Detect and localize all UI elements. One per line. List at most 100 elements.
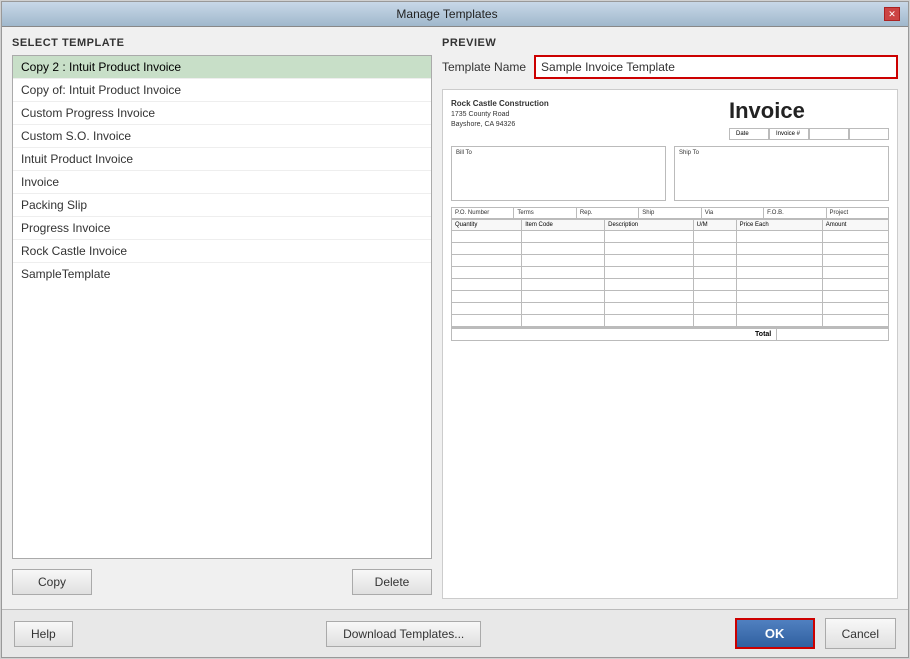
table-row bbox=[452, 291, 889, 303]
table-cell bbox=[736, 255, 822, 267]
table-cell bbox=[452, 255, 522, 267]
table-cell bbox=[693, 255, 736, 267]
bill-ship-row: Bill To Ship To bbox=[451, 146, 889, 201]
table-cell bbox=[822, 243, 888, 255]
table-cell bbox=[605, 267, 694, 279]
select-template-label: SELECT TEMPLATE bbox=[12, 37, 432, 49]
table-cell bbox=[693, 303, 736, 315]
template-name-input[interactable] bbox=[534, 55, 898, 79]
invoice-field-cell: Rep. bbox=[577, 208, 639, 218]
table-cell bbox=[822, 255, 888, 267]
invoice-table: QuantityItem CodeDescriptionU/MPrice Eac… bbox=[451, 219, 889, 327]
table-row bbox=[452, 315, 889, 327]
company-address: 1735 County Road bbox=[451, 111, 509, 118]
manage-templates-dialog: Manage Templates ✕ SELECT TEMPLATE Copy … bbox=[1, 1, 909, 658]
table-cell bbox=[605, 243, 694, 255]
template-list-item[interactable]: Invoice bbox=[13, 171, 431, 194]
help-button[interactable]: Help bbox=[14, 621, 73, 647]
table-row bbox=[452, 255, 889, 267]
table-cell bbox=[522, 279, 605, 291]
ship-to-box: Ship To bbox=[674, 146, 889, 201]
table-cell bbox=[822, 231, 888, 243]
table-cell bbox=[822, 279, 888, 291]
table-header-cell: U/M bbox=[693, 220, 736, 231]
cancel-button[interactable]: Cancel bbox=[825, 618, 896, 649]
table-cell bbox=[605, 231, 694, 243]
bottom-left: Help bbox=[14, 621, 73, 647]
template-list-item[interactable]: Copy of: Intuit Product Invoice bbox=[13, 79, 431, 102]
table-cell bbox=[822, 267, 888, 279]
table-cell bbox=[736, 243, 822, 255]
table-row bbox=[452, 243, 889, 255]
ok-button[interactable]: OK bbox=[735, 618, 815, 649]
template-list-item[interactable]: Progress Invoice bbox=[13, 217, 431, 240]
invoice-field-cell: F.O.B. bbox=[764, 208, 826, 218]
template-list-item[interactable]: Copy 2 : Intuit Product Invoice bbox=[13, 56, 431, 79]
table-cell bbox=[452, 243, 522, 255]
title-bar: Manage Templates ✕ bbox=[2, 2, 908, 27]
table-header-cell: Quantity bbox=[452, 220, 522, 231]
template-list[interactable]: Copy 2 : Intuit Product InvoiceCopy of: … bbox=[12, 55, 432, 559]
preview-label: PREVIEW bbox=[442, 37, 898, 49]
table-cell bbox=[522, 291, 605, 303]
table-cell bbox=[452, 279, 522, 291]
bill-to-box: Bill To bbox=[451, 146, 666, 201]
bill-to-label: Bill To bbox=[456, 150, 661, 156]
template-list-item[interactable]: SampleTemplate bbox=[13, 263, 431, 285]
bottom-center: Download Templates... bbox=[326, 621, 481, 647]
template-list-item[interactable]: Packing Slip bbox=[13, 194, 431, 217]
table-cell bbox=[822, 291, 888, 303]
company-info: Rock Castle Construction 1735 County Roa… bbox=[451, 98, 549, 129]
copy-button[interactable]: Copy bbox=[12, 569, 92, 595]
table-cell bbox=[522, 243, 605, 255]
dialog-title: Manage Templates bbox=[10, 7, 884, 21]
table-cell bbox=[522, 303, 605, 315]
table-header-cell: Price Each bbox=[736, 220, 822, 231]
left-panel: SELECT TEMPLATE Copy 2 : Intuit Product … bbox=[12, 37, 432, 599]
table-cell bbox=[693, 243, 736, 255]
table-cell bbox=[605, 255, 694, 267]
table-row bbox=[452, 303, 889, 315]
template-list-item[interactable]: Custom Progress Invoice bbox=[13, 102, 431, 125]
table-cell bbox=[452, 267, 522, 279]
company-city: Bayshore, CA 94326 bbox=[451, 121, 515, 128]
close-button[interactable]: ✕ bbox=[884, 7, 900, 21]
table-cell bbox=[452, 231, 522, 243]
table-cell bbox=[736, 279, 822, 291]
table-cell bbox=[693, 231, 736, 243]
template-list-item[interactable]: Custom S.O. Invoice bbox=[13, 125, 431, 148]
table-header-cell: Description bbox=[605, 220, 694, 231]
table-row bbox=[452, 231, 889, 243]
right-panel: PREVIEW Template Name Rock Castle Constr… bbox=[442, 37, 898, 599]
table-cell bbox=[605, 279, 694, 291]
table-cell bbox=[605, 303, 694, 315]
invoice-field-cell: Terms bbox=[514, 208, 576, 218]
invoice-field-cell: Ship bbox=[639, 208, 701, 218]
table-cell bbox=[693, 279, 736, 291]
invoice-header: Rock Castle Construction 1735 County Roa… bbox=[451, 98, 889, 140]
invoice-field-cell: Via bbox=[702, 208, 764, 218]
invoice-num-cell: Invoice # bbox=[769, 128, 809, 140]
template-list-item[interactable]: Intuit Product Invoice bbox=[13, 148, 431, 171]
invoice-total-row: Total bbox=[451, 327, 889, 341]
table-cell bbox=[736, 315, 822, 327]
bottom-bar: Help Download Templates... OK Cancel bbox=[2, 609, 908, 657]
table-cell bbox=[736, 267, 822, 279]
invoice-preview: Rock Castle Construction 1735 County Roa… bbox=[442, 89, 898, 599]
table-cell bbox=[522, 267, 605, 279]
main-content: SELECT TEMPLATE Copy 2 : Intuit Product … bbox=[2, 27, 908, 609]
invoice-num-value-cell bbox=[849, 128, 889, 140]
delete-button[interactable]: Delete bbox=[352, 569, 432, 595]
table-cell bbox=[736, 291, 822, 303]
date-value-cell bbox=[809, 128, 849, 140]
table-cell bbox=[693, 315, 736, 327]
invoice-title-area: Invoice Date Invoice # bbox=[729, 98, 889, 140]
ship-to-label: Ship To bbox=[679, 150, 884, 156]
template-name-row: Template Name bbox=[442, 55, 898, 79]
total-label: Total bbox=[452, 329, 777, 340]
invoice-fields-row: P.O. NumberTermsRep.ShipViaF.O.B.Project bbox=[451, 207, 889, 219]
download-templates-button[interactable]: Download Templates... bbox=[326, 621, 481, 647]
table-row bbox=[452, 279, 889, 291]
table-cell bbox=[736, 303, 822, 315]
template-list-item[interactable]: Rock Castle Invoice bbox=[13, 240, 431, 263]
